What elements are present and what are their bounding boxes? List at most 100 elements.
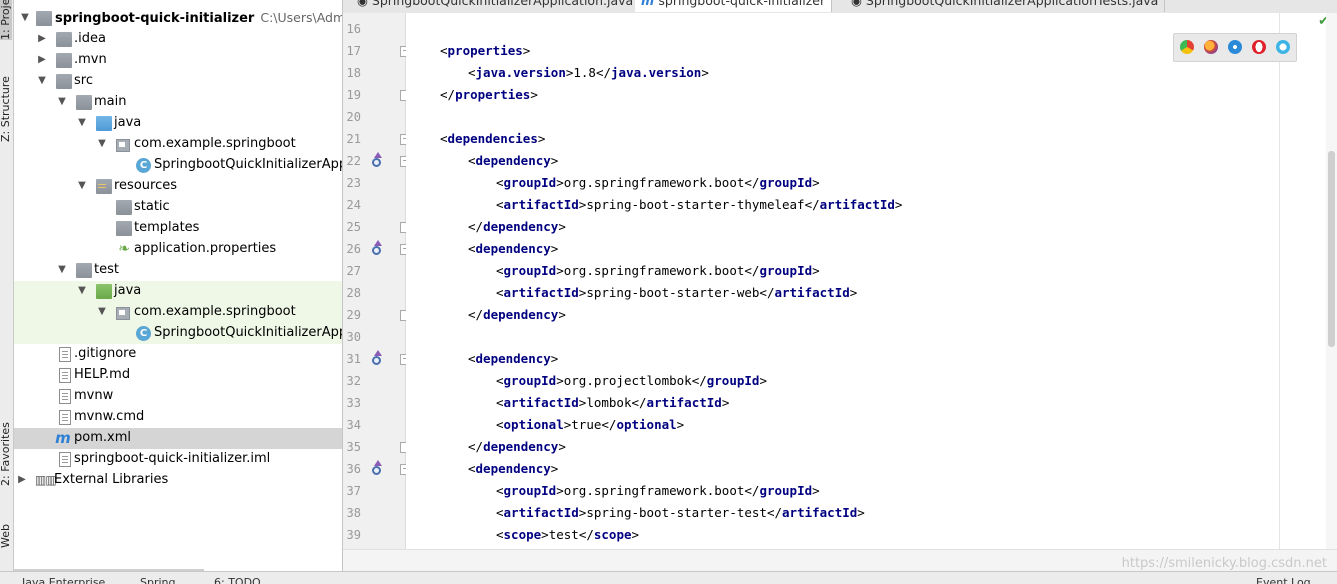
source-folder-icon	[96, 116, 112, 131]
code-line[interactable]: <dependency>	[468, 238, 558, 260]
package-icon	[116, 307, 130, 320]
maven-dependency-gutter-icon[interactable]	[372, 350, 384, 367]
tree-item-main-java[interactable]: ▼ java	[14, 113, 342, 134]
tree-label: application.properties	[134, 241, 277, 256]
chevron-right-icon[interactable]: ▶	[36, 54, 48, 66]
code-line[interactable]: <properties>	[440, 40, 530, 62]
project-tool-button[interactable]: 1: Project	[0, 0, 12, 40]
maven-dependency-gutter-icon[interactable]	[372, 240, 384, 257]
chevron-down-icon[interactable]: ▼	[76, 285, 88, 297]
tree-item-pom-xml[interactable]: m pom.xml	[14, 428, 342, 449]
tree-item-resources[interactable]: ▼ resources	[14, 176, 342, 197]
chevron-down-icon[interactable]: ▼	[96, 306, 108, 318]
text-file-icon	[59, 410, 71, 425]
xml-bracket: >	[556, 483, 564, 498]
web-tool-button[interactable]: Web	[0, 524, 12, 548]
xml-tag-name: artifactId	[503, 285, 579, 300]
tree-item-external-libraries[interactable]: ▶ ▥▥ External Libraries	[14, 470, 342, 491]
code-line[interactable]: <dependency>	[468, 458, 558, 480]
project-tree[interactable]: ▼ springboot-quick-initializer C:\Users\A…	[14, 0, 343, 583]
code-line[interactable]: <groupId>org.springframework.boot</group…	[496, 480, 820, 502]
tree-item-main-package[interactable]: ▼ com.example.springboot	[14, 134, 342, 155]
tree-item-mvn[interactable]: ▶ .mvn	[14, 50, 342, 71]
code-line[interactable]: <optional>true</optional>	[496, 414, 684, 436]
tree-item-test-class[interactable]: C SpringbootQuickInitializerApplic	[14, 323, 342, 344]
code-line[interactable]: <groupId>org.projectlombok</groupId>	[496, 370, 767, 392]
chevron-down-icon[interactable]: ▼	[56, 264, 68, 276]
code-line[interactable]: <scope>test</scope>	[496, 524, 639, 546]
tree-item-templates[interactable]: templates	[14, 218, 342, 239]
chevron-down-icon[interactable]: ▼	[96, 138, 108, 150]
xml-bracket: </	[578, 527, 594, 542]
tab-main-class[interactable]: ◉ SpringbootQuickInitializerApplication.…	[351, 0, 641, 12]
code-line[interactable]: <artifactId>spring-boot-starter-thymelea…	[496, 194, 902, 216]
tree-item-mvnw[interactable]: mvnw	[14, 386, 342, 407]
chevron-down-icon[interactable]: ▼	[36, 75, 48, 87]
xml-bracket: <	[496, 373, 504, 388]
xml-tag-name: dependency	[483, 307, 559, 322]
code-line[interactable]: <java.version>1.8</java.version>	[468, 62, 709, 84]
tree-label: .idea	[74, 31, 106, 46]
line-number: 32	[346, 374, 361, 388]
tree-item-test-java[interactable]: ▼ java	[14, 281, 342, 302]
xml-tag-name: java.version	[611, 65, 702, 80]
code-line[interactable]: </dependency>	[468, 436, 566, 458]
tree-item-gitignore[interactable]: .gitignore	[14, 344, 342, 365]
xml-bracket: >	[550, 241, 559, 256]
code-line[interactable]: <artifactId>spring-boot-starter-web</art…	[496, 282, 857, 304]
code-line[interactable]: <dependency>	[468, 348, 558, 370]
tree-item-test-package[interactable]: ▼ com.example.springboot	[14, 302, 342, 323]
folder-icon	[116, 221, 132, 236]
chevron-down-icon[interactable]: ▼	[56, 96, 68, 108]
tree-item-main-class[interactable]: C SpringbootQuickInitializerApplic	[14, 155, 342, 176]
tree-item-src[interactable]: ▼ src	[14, 71, 342, 92]
opera-icon[interactable]	[1252, 40, 1266, 54]
code-line[interactable]: <artifactId>spring-boot-starter-test</ar…	[496, 502, 865, 524]
tree-item-help-md[interactable]: HELP.md	[14, 365, 342, 386]
editor-gutter[interactable]: 1617−18192021−22−23242526−2728293031−323…	[343, 13, 411, 549]
code-line[interactable]: </properties>	[440, 84, 538, 106]
xml-tag-name: groupId	[503, 263, 557, 278]
xml-text-value: true	[571, 417, 602, 432]
xml-text-value: 1.8	[573, 65, 596, 80]
tree-item-main[interactable]: ▼ main	[14, 92, 342, 113]
tree-item-iml[interactable]: springboot-quick-initializer.iml	[14, 449, 342, 470]
xml-tag-name: groupId	[503, 483, 557, 498]
chevron-down-icon[interactable]: ▼	[19, 12, 31, 24]
ie-icon[interactable]	[1276, 40, 1290, 54]
editor-vertical-scrollbar[interactable]	[1326, 13, 1337, 549]
structure-tool-button[interactable]: Z: Structure	[0, 76, 12, 142]
code-line[interactable]: <groupId>org.springframework.boot</group…	[496, 172, 820, 194]
chevron-down-icon[interactable]: ▼	[76, 180, 88, 192]
chevron-right-icon[interactable]: ▶	[36, 33, 48, 45]
maven-dependency-gutter-icon[interactable]	[372, 460, 384, 477]
code-line[interactable]: </dependency>	[468, 304, 566, 326]
tree-root[interactable]: ▼ springboot-quick-initializer C:\Users\A…	[14, 8, 342, 29]
maven-dependency-gutter-icon[interactable]	[372, 152, 384, 169]
tree-item-test[interactable]: ▼ test	[14, 260, 342, 281]
safari-icon[interactable]	[1228, 40, 1242, 54]
tree-item-idea[interactable]: ▶ .idea	[14, 29, 342, 50]
tab-test-class[interactable]: ◉ SpringbootQuickInitializerApplicationT…	[845, 0, 1166, 12]
code-line[interactable]: <dependencies>	[440, 128, 545, 150]
tab-pom[interactable]: m springboot-quick-initializer	[635, 0, 833, 12]
favorites-tool-button[interactable]: 2: Favorites	[0, 422, 12, 486]
tree-label: java	[114, 115, 142, 130]
firefox-icon[interactable]	[1204, 40, 1218, 54]
tree-item-mvnw-cmd[interactable]: mvnw.cmd	[14, 407, 342, 428]
code-line[interactable]: </dependency>	[468, 216, 566, 238]
tree-item-application-properties[interactable]: ❧ application.properties	[14, 239, 342, 260]
chevron-down-icon[interactable]: ▼	[76, 117, 88, 129]
scrollbar-thumb[interactable]	[1328, 151, 1335, 347]
code-line[interactable]: <groupId>org.springframework.boot</group…	[496, 260, 820, 282]
code-editor[interactable]: <properties> <java.version>1.8</java.vers…	[406, 13, 1326, 549]
chrome-icon[interactable]	[1180, 40, 1194, 54]
xml-bracket: <	[496, 395, 504, 410]
line-number: 36	[346, 462, 361, 476]
chevron-right-icon[interactable]: ▶	[16, 474, 28, 486]
code-line[interactable]: <dependency>	[468, 150, 558, 172]
xml-bracket: >	[550, 461, 559, 476]
xml-tag-name: artifactId	[503, 395, 579, 410]
code-line[interactable]: <artifactId>lombok</artifactId>	[496, 392, 729, 414]
tree-item-static[interactable]: static	[14, 197, 342, 218]
